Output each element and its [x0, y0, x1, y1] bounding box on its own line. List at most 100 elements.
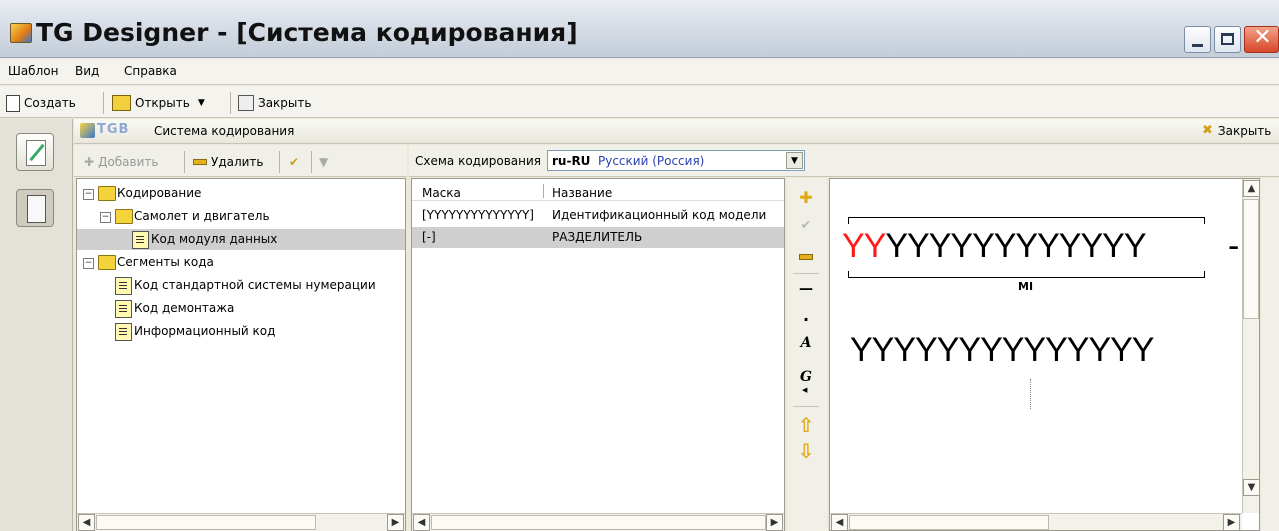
table-row[interactable]: [YYYYYYYYYYYYYY] Идентификационный код м… [412, 205, 784, 226]
dash-icon[interactable]: — [795, 278, 817, 300]
code-highlight: YY [842, 227, 886, 265]
add-icon[interactable]: ✚ [795, 186, 817, 208]
panel-header: TGB Система кодирования ✖ Закрыть [74, 119, 1279, 144]
open-folder-icon [112, 95, 131, 111]
table-row-selected[interactable]: [-] РАЗДЕЛИТЕЛЬ [412, 227, 784, 248]
folder-icon [98, 255, 116, 270]
collapse-toggle[interactable]: − [100, 212, 111, 223]
tree-item[interactable]: − Кодирование [77, 183, 405, 204]
toolbar-separator [184, 151, 185, 173]
scheme-code: ru-RU [552, 154, 591, 168]
tree-item[interactable]: − Сегменты кода [77, 252, 405, 273]
arrow-down-icon[interactable]: ⇩ [795, 439, 817, 463]
tree-item[interactable]: − Самолет и двигатель [77, 206, 405, 227]
column-divider[interactable] [543, 184, 544, 198]
document-icon [115, 300, 132, 318]
scheme-select[interactable]: ru-RU Русский (Россия) ▼ [547, 150, 805, 171]
scroll-thumb[interactable] [96, 515, 316, 530]
tree-horizontal-scrollbar[interactable]: ◀ ▶ [77, 513, 405, 531]
side-bar [0, 119, 73, 531]
add-button[interactable]: ✚ Добавить [84, 152, 158, 172]
menu-item-view[interactable]: Вид [75, 64, 99, 78]
row-mask: [YYYYYYYYYYYYYY] [422, 208, 534, 222]
code-preview: YYYYYYYYYYYYYY - MI YYYYYYYYYYYYYY ▲ ▼ ◀… [829, 178, 1260, 531]
tree-item[interactable]: Код стандартной системы нумерации [77, 275, 405, 296]
close-icon: ✖ [1202, 123, 1213, 138]
check-icon[interactable]: ✔ [289, 152, 299, 172]
segment-guide [1030, 379, 1031, 409]
document-mode-button[interactable] [16, 189, 54, 227]
scroll-up-button[interactable]: ▲ [1243, 180, 1259, 197]
chevron-down-icon[interactable]: ▼ [786, 152, 803, 169]
panel-close-label: Закрыть [1217, 123, 1272, 138]
create-button[interactable]: Создать [6, 93, 76, 113]
arrow-up-icon[interactable]: ⇧ [795, 413, 817, 437]
toolbar-separator [311, 151, 312, 173]
edit-mode-button[interactable] [16, 133, 54, 171]
collapse-toggle[interactable]: − [83, 258, 94, 269]
code-line-2: YYYYYYYYYYYYYY [850, 331, 1154, 369]
open-button[interactable]: Открыть ▼ [112, 93, 205, 113]
scroll-left-button[interactable]: ◀ [78, 514, 95, 531]
grid-horizontal-scrollbar[interactable]: ◀ ▶ [412, 513, 784, 531]
column-mask[interactable]: Маска [422, 186, 461, 200]
preview-vertical-scrollbar[interactable]: ▲ ▼ [1242, 179, 1259, 513]
row-name: Идентификационный код модели [552, 208, 767, 222]
scroll-right-button[interactable]: ▶ [1223, 514, 1240, 530]
tgb-logo-icon [80, 123, 95, 138]
menu-item-help[interactable]: Справка [124, 64, 177, 78]
close-doc-button[interactable]: Закрыть [238, 93, 311, 113]
mask-grid[interactable]: Маска Название [YYYYYYYYYYYYYY] Идентифи… [411, 178, 785, 531]
window-title: TG Designer - [Система кодирования] [36, 18, 578, 47]
open-label: Открыть [135, 96, 190, 110]
grid-header: Маска Название [412, 179, 784, 201]
preview-horizontal-scrollbar[interactable]: ◀ ▶ [830, 513, 1242, 530]
title-bar[interactable]: TG Designer - [Система кодирования] ✕ [0, 0, 1279, 58]
document-icon [115, 277, 132, 295]
scroll-left-button[interactable]: ◀ [831, 514, 848, 530]
toolbar-separator [103, 92, 104, 114]
close-doc-label: Закрыть [258, 96, 312, 110]
tree-item[interactable]: Информационный код [77, 321, 405, 342]
toolbar-separator [230, 92, 231, 114]
tree-view[interactable]: − Кодирование − Самолет и двигатель Код моду… [76, 178, 406, 531]
delete-button[interactable]: Удалить [193, 152, 264, 172]
minus-icon [193, 159, 207, 165]
scroll-right-button[interactable]: ▶ [387, 514, 404, 531]
scroll-left-button[interactable]: ◀ [413, 514, 430, 531]
delete-label: Удалить [211, 155, 264, 169]
mask-actions: ✚ ✔ — · A G ◀ ⇧ ⇩ [787, 178, 827, 531]
tree-item[interactable]: Код модуля данных [77, 229, 405, 250]
remove-icon[interactable] [795, 246, 817, 268]
scheme-label: Схема кодирования [415, 154, 542, 168]
dot-icon[interactable]: · [795, 308, 817, 330]
row-mask: [-] [422, 230, 436, 244]
scroll-thumb[interactable] [431, 515, 766, 530]
chevron-down-icon[interactable]: ▼ [198, 98, 205, 108]
letter-a-icon[interactable]: A [795, 332, 817, 354]
add-label: Добавить [98, 155, 159, 169]
filter-icon[interactable]: ▼ [319, 152, 328, 172]
tree-item[interactable]: Код демонтажа [77, 298, 405, 319]
column-name[interactable]: Название [552, 186, 612, 200]
check-icon[interactable]: ✔ [795, 214, 817, 236]
main-toolbar: Создать Открыть ▼ Закрыть [0, 86, 1279, 118]
scroll-thumb[interactable] [849, 515, 1049, 530]
document-icon [27, 195, 46, 223]
document-icon [132, 231, 149, 249]
window-edge [1261, 178, 1279, 531]
folder-icon [98, 186, 116, 201]
panel-close-button[interactable]: ✖ Закрыть [1202, 123, 1271, 138]
letter-g-icon[interactable]: G [795, 366, 817, 388]
tree-toolbar: ✚ Добавить Удалить ✔ ▼ [74, 145, 407, 177]
code-line-1: YYYYYYYYYYYYYY [842, 227, 1147, 266]
minimize-button[interactable] [1184, 26, 1211, 53]
menu-item-template[interactable]: Шаблон [8, 64, 58, 78]
scroll-thumb[interactable] [1243, 199, 1259, 319]
scroll-right-button[interactable]: ▶ [766, 514, 783, 531]
tree-item-label: Код модуля данных [151, 232, 278, 246]
scroll-down-button[interactable]: ▼ [1243, 479, 1259, 496]
close-window-button[interactable]: ✕ [1244, 25, 1279, 53]
collapse-toggle[interactable]: − [83, 189, 94, 200]
maximize-button[interactable] [1214, 26, 1241, 53]
